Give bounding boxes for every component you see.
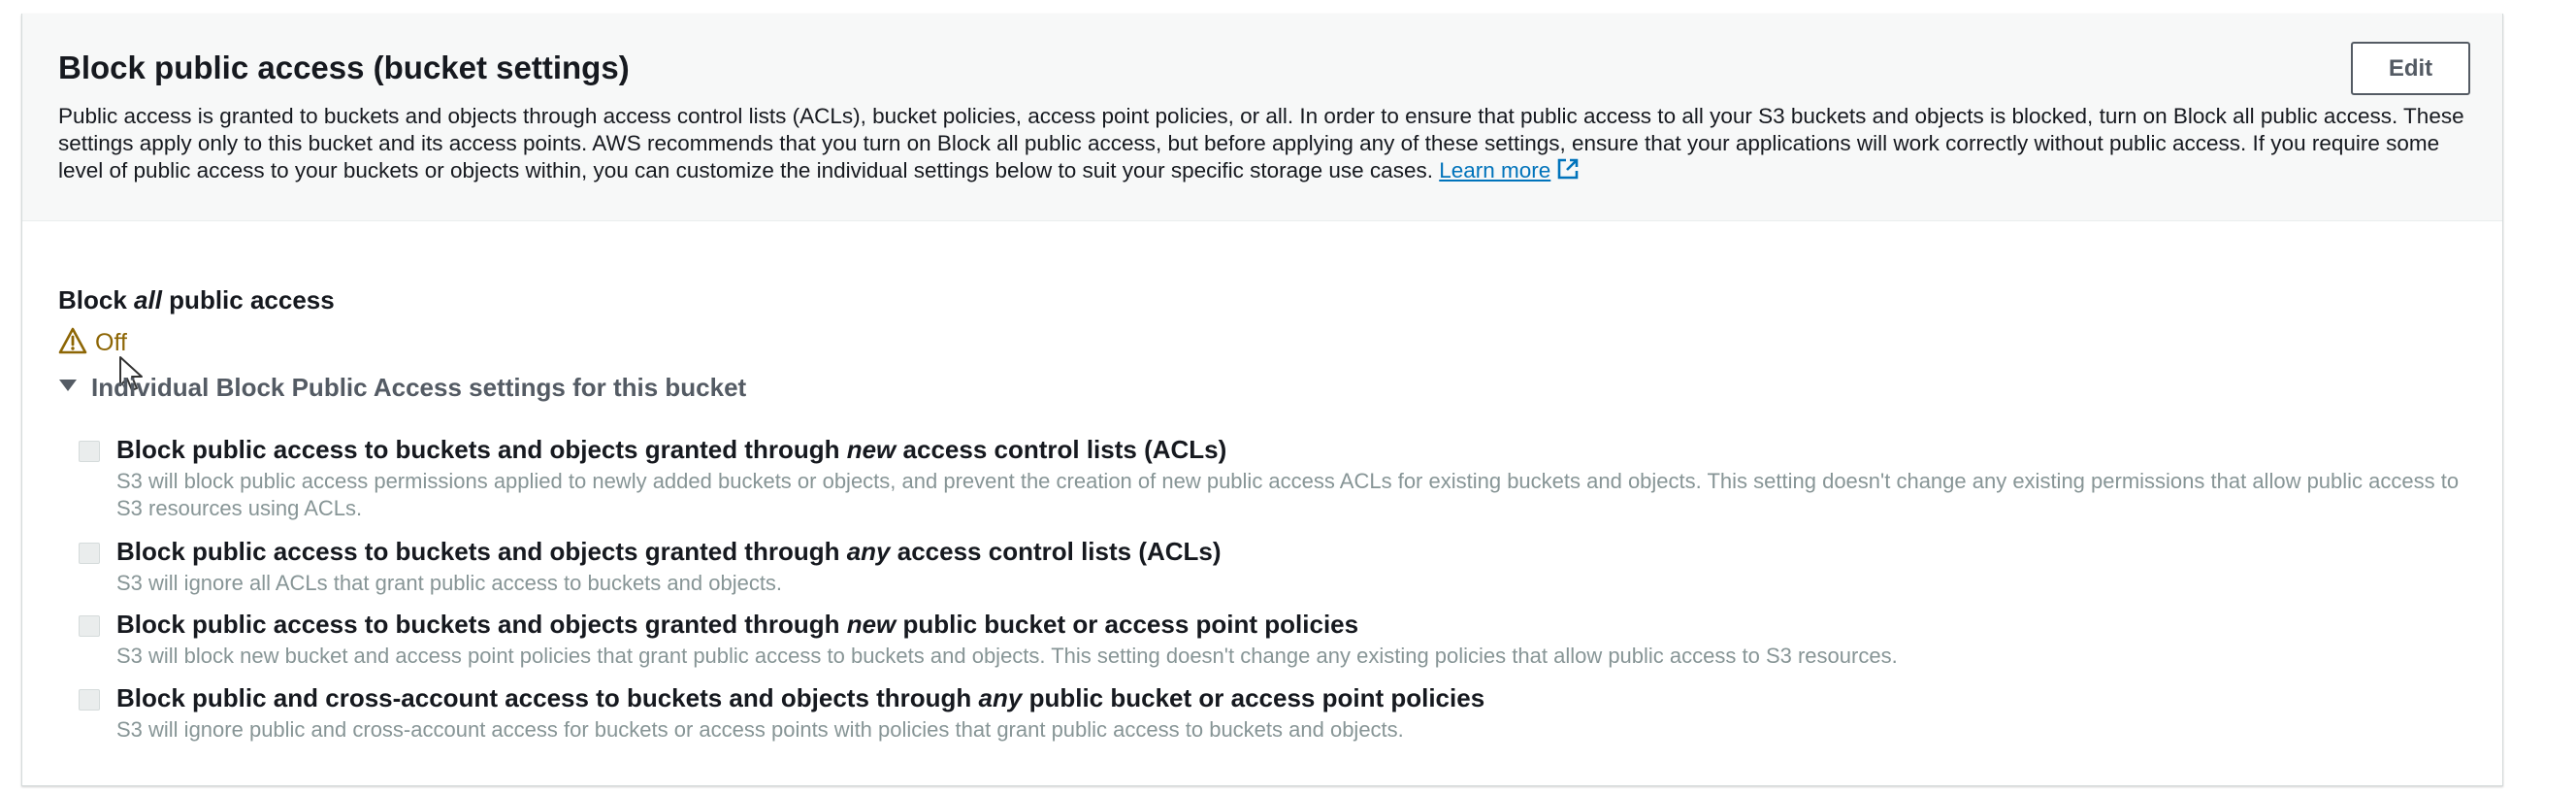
- individual-settings-expander[interactable]: Individual Block Public Access settings …: [58, 373, 746, 403]
- learn-more-link[interactable]: Learn more: [1439, 158, 1580, 182]
- setting-title-emphasis: new: [846, 610, 897, 639]
- setting-description: S3 will ignore all ACLs that grant publi…: [116, 571, 783, 595]
- block-all-label-emphasis: all: [134, 285, 162, 314]
- panel-description: Public access is granted to buckets and …: [58, 103, 2479, 187]
- panel-title: Block public access (bucket settings): [58, 50, 630, 85]
- setting-title: Block public access to buckets and objec…: [116, 433, 1226, 466]
- block-all-label-prefix: Block: [58, 285, 135, 314]
- checkbox-new-acls[interactable]: [79, 441, 100, 462]
- setting-description: S3 will ignore public and cross-account …: [116, 717, 1404, 742]
- setting-title-suffix: access control lists (ACLs): [896, 435, 1227, 464]
- edit-button[interactable]: Edit: [2351, 42, 2470, 95]
- setting-title-emphasis: any: [846, 537, 891, 566]
- setting-title-prefix: Block public access to buckets and objec…: [116, 610, 847, 639]
- block-all-label-suffix: public access: [161, 285, 335, 314]
- expander-label: Individual Block Public Access settings …: [91, 373, 747, 402]
- setting-title-prefix: Block public access to buckets and objec…: [116, 537, 847, 566]
- setting-description: S3 will block new bucket and access poin…: [116, 644, 1898, 668]
- panel-header: Block public access (bucket settings) Ed…: [22, 14, 2502, 221]
- setting-title: Block public access to buckets and objec…: [116, 608, 1358, 641]
- status-text: Off: [95, 329, 127, 356]
- external-link-icon: [1556, 157, 1580, 187]
- block-public-access-panel: Block public access (bucket settings) Ed…: [21, 14, 2503, 786]
- setting-title-emphasis: any: [978, 683, 1023, 712]
- learn-more-label: Learn more: [1439, 158, 1551, 182]
- setting-title-suffix: public bucket or access point policies: [896, 610, 1359, 639]
- setting-title-emphasis: new: [846, 435, 897, 464]
- setting-title-suffix: public bucket or access point policies: [1022, 683, 1485, 712]
- setting-title: Block public and cross-account access to…: [116, 681, 1484, 714]
- block-all-label: Block all public access: [58, 285, 335, 315]
- warning-icon: [58, 326, 87, 360]
- setting-title-suffix: access control lists (ACLs): [890, 537, 1222, 566]
- setting-title-prefix: Block public access to buckets and objec…: [116, 435, 847, 464]
- caret-down-icon: [58, 378, 78, 398]
- checkbox-any-policies[interactable]: [79, 689, 100, 711]
- checkbox-new-policies[interactable]: [79, 615, 100, 637]
- setting-title-prefix: Block public and cross-account access to…: [116, 683, 979, 712]
- checkbox-any-acls[interactable]: [79, 543, 100, 564]
- panel-description-text: Public access is granted to buckets and …: [58, 104, 2464, 182]
- block-all-status: Off: [58, 326, 127, 360]
- setting-description: S3 will block public access permissions …: [116, 469, 2460, 520]
- setting-title: Block public access to buckets and objec…: [116, 535, 1222, 568]
